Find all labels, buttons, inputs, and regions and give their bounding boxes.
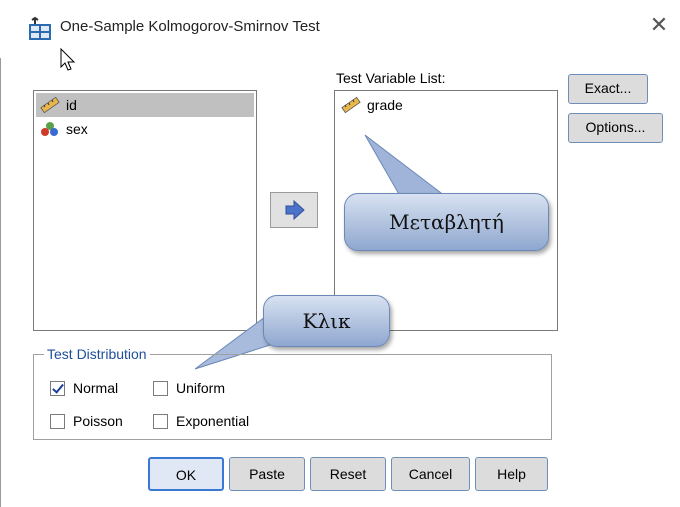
- list-item-id[interactable]: id: [36, 93, 254, 117]
- ok-button[interactable]: OK: [148, 457, 224, 491]
- list-item-label: id: [66, 97, 77, 113]
- paste-button[interactable]: Paste: [229, 457, 305, 491]
- scale-ruler-icon: [341, 97, 361, 113]
- options-button[interactable]: Options...: [568, 113, 663, 143]
- uniform-checkbox[interactable]: [153, 381, 168, 396]
- cancel-button[interactable]: Cancel: [391, 457, 470, 491]
- exponential-checkbox[interactable]: [153, 414, 168, 429]
- test-variable-list-label: Test Variable List:: [336, 70, 446, 86]
- nominal-balls-icon: [41, 122, 58, 136]
- poisson-label: Poisson: [73, 413, 123, 429]
- source-variable-list[interactable]: id sex: [33, 90, 257, 331]
- uniform-label: Uniform: [176, 380, 226, 396]
- exponential-label: Exponential: [176, 413, 250, 429]
- close-icon[interactable]: ✕: [646, 12, 672, 38]
- poisson-checkbox[interactable]: [50, 414, 65, 429]
- callout-click: Κλικ: [263, 295, 390, 347]
- list-item-label: grade: [367, 97, 403, 113]
- title-bar: One-Sample Kolmogorov-Smirnov Test ✕: [0, 0, 680, 58]
- reset-button[interactable]: Reset: [310, 457, 386, 491]
- test-distribution-title: Test Distribution: [44, 346, 150, 362]
- list-item-grade[interactable]: grade: [337, 93, 403, 117]
- callout-pointer: [364, 134, 447, 197]
- window-title: One-Sample Kolmogorov-Smirnov Test: [60, 18, 320, 35]
- move-variable-button[interactable]: [270, 192, 318, 228]
- mouse-cursor-icon: [60, 47, 76, 75]
- window-edge: [0, 58, 1, 507]
- normal-label: Normal: [73, 380, 119, 396]
- scale-ruler-icon: [40, 97, 60, 113]
- arrow-right-icon: [285, 200, 305, 220]
- normal-checkbox[interactable]: [50, 381, 65, 396]
- spss-app-icon: [27, 16, 53, 42]
- list-item-sex[interactable]: sex: [36, 117, 88, 141]
- help-button[interactable]: Help: [475, 457, 548, 491]
- callout-variable: Μεταβλητή: [344, 193, 549, 251]
- exact-button[interactable]: Exact...: [568, 74, 648, 104]
- list-item-label: sex: [66, 121, 88, 137]
